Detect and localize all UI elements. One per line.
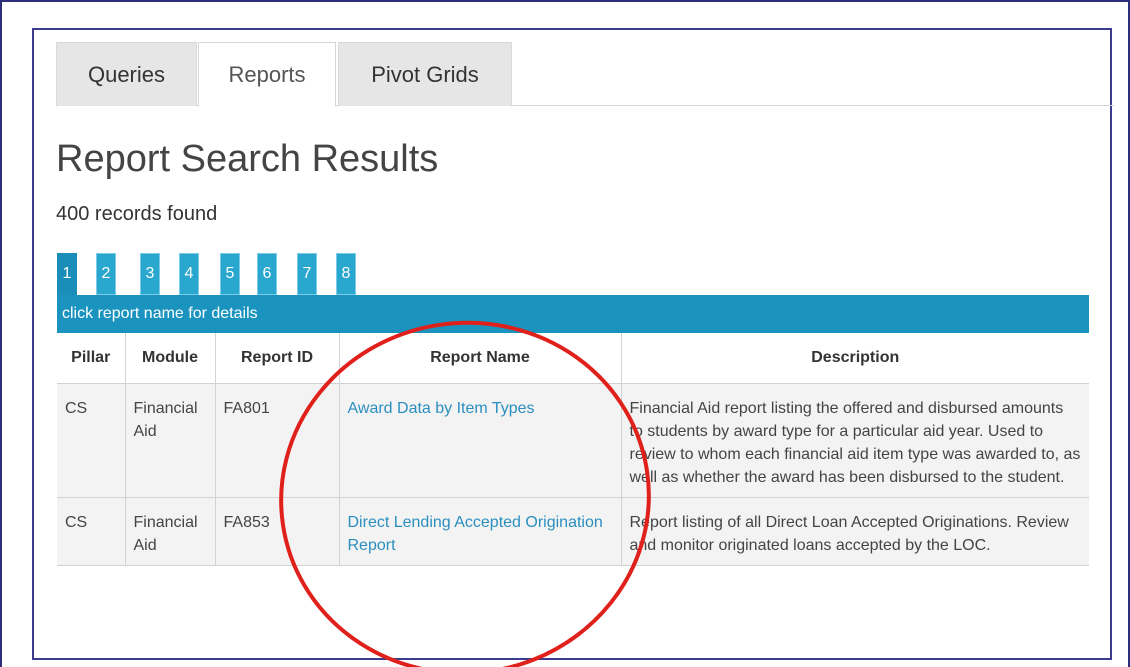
page-button-6[interactable]: 6	[257, 253, 277, 295]
tab-bar: Queries Reports Pivot Grids	[56, 40, 1114, 107]
hint-band: click report name for details	[57, 295, 1089, 333]
page-button-3[interactable]: 3	[140, 253, 160, 295]
page-title: Report Search Results	[56, 138, 439, 180]
report-results-table: Pillar Module Report ID Report Name Desc…	[57, 333, 1089, 566]
cell-pillar: CS	[57, 383, 126, 498]
column-header-report-id: Report ID	[215, 333, 340, 384]
table-header-row: Pillar Module Report ID Report Name Desc…	[57, 333, 1089, 384]
table-row: CS Financial Aid FA801 Award Data by Ite…	[57, 383, 1089, 498]
column-header-description: Description	[621, 333, 1089, 384]
column-header-module: Module	[125, 333, 216, 384]
tab-reports[interactable]: Reports	[198, 42, 336, 107]
cell-report-name: Direct Lending Accepted Origination Repo…	[339, 497, 622, 566]
page-button-4[interactable]: 4	[179, 253, 199, 295]
table-row: CS Financial Aid FA853 Direct Lending Ac…	[57, 497, 1089, 566]
records-count: 400 records found	[56, 203, 218, 225]
column-header-pillar: Pillar	[57, 333, 126, 384]
cell-module: Financial Aid	[125, 497, 216, 566]
tab-queries[interactable]: Queries	[56, 42, 197, 106]
cell-description: Financial Aid report listing the offered…	[621, 383, 1089, 498]
report-name-link[interactable]: Direct Lending Accepted Origination Repo…	[348, 514, 603, 554]
page-button-5[interactable]: 5	[220, 253, 240, 295]
page-button-2[interactable]: 2	[96, 253, 116, 295]
cell-report-id: FA801	[215, 383, 340, 498]
cell-pillar: CS	[57, 497, 126, 566]
cell-report-name: Award Data by Item Types	[339, 383, 622, 498]
page-button-8[interactable]: 8	[336, 253, 356, 295]
cell-description: Report listing of all Direct Loan Accept…	[621, 497, 1089, 566]
page-button-1[interactable]: 1	[57, 253, 77, 295]
report-name-link[interactable]: Award Data by Item Types	[348, 400, 535, 417]
cell-report-id: FA853	[215, 497, 340, 566]
column-header-report-name: Report Name	[339, 333, 622, 384]
tab-pivot-grids[interactable]: Pivot Grids	[338, 42, 512, 106]
cell-module: Financial Aid	[125, 383, 216, 498]
page-button-7[interactable]: 7	[297, 253, 317, 295]
